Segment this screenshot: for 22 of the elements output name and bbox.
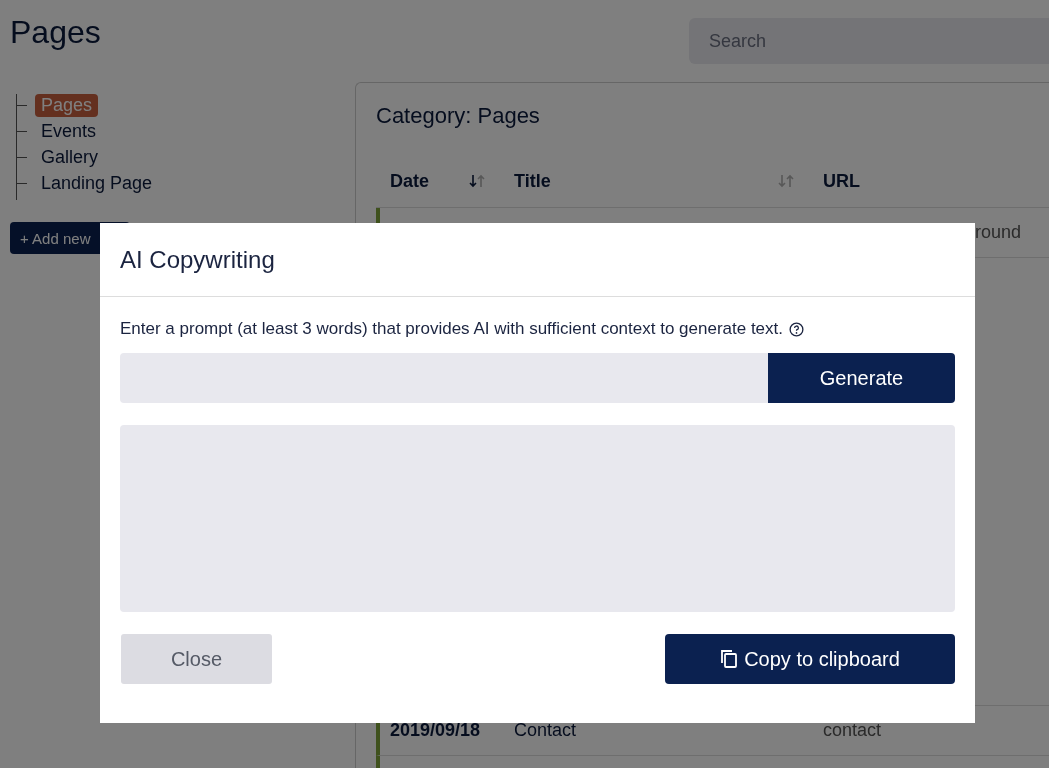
tree-item[interactable]: Landing Page — [35, 172, 159, 195]
generate-button[interactable]: Generate — [768, 353, 955, 403]
column-header[interactable]: URL — [823, 170, 860, 192]
date-cell-text: 2019/09/18 — [389, 720, 482, 741]
category-title: Category: Pages — [376, 103, 541, 129]
copy-button[interactable]: Copy to clipboard — [665, 634, 955, 684]
title-cell-text: Contact — [513, 720, 578, 741]
copy-icon — [720, 649, 739, 669]
column-header[interactable]: Title — [514, 170, 551, 192]
page-title: Pages — [10, 14, 101, 51]
sort-icon[interactable] — [468, 173, 486, 189]
tree-item[interactable]: Gallery — [35, 146, 104, 169]
column-header[interactable]: Date — [390, 170, 429, 192]
prompt-label: Enter a prompt (at least 3 words) that provides AI with sufficient context to generate text. — [120, 319, 784, 339]
help-icon[interactable] — [789, 321, 805, 337]
url-cell-text: contact — [822, 720, 883, 741]
prompt-field[interactable] — [120, 353, 768, 403]
close-button[interactable]: Close — [121, 634, 272, 684]
tree-item[interactable]: Pages — [35, 94, 99, 117]
search-field[interactable]: Search — [689, 18, 1049, 64]
tree-item[interactable]: Events — [35, 120, 103, 143]
url-cell-text: round — [974, 222, 1023, 243]
